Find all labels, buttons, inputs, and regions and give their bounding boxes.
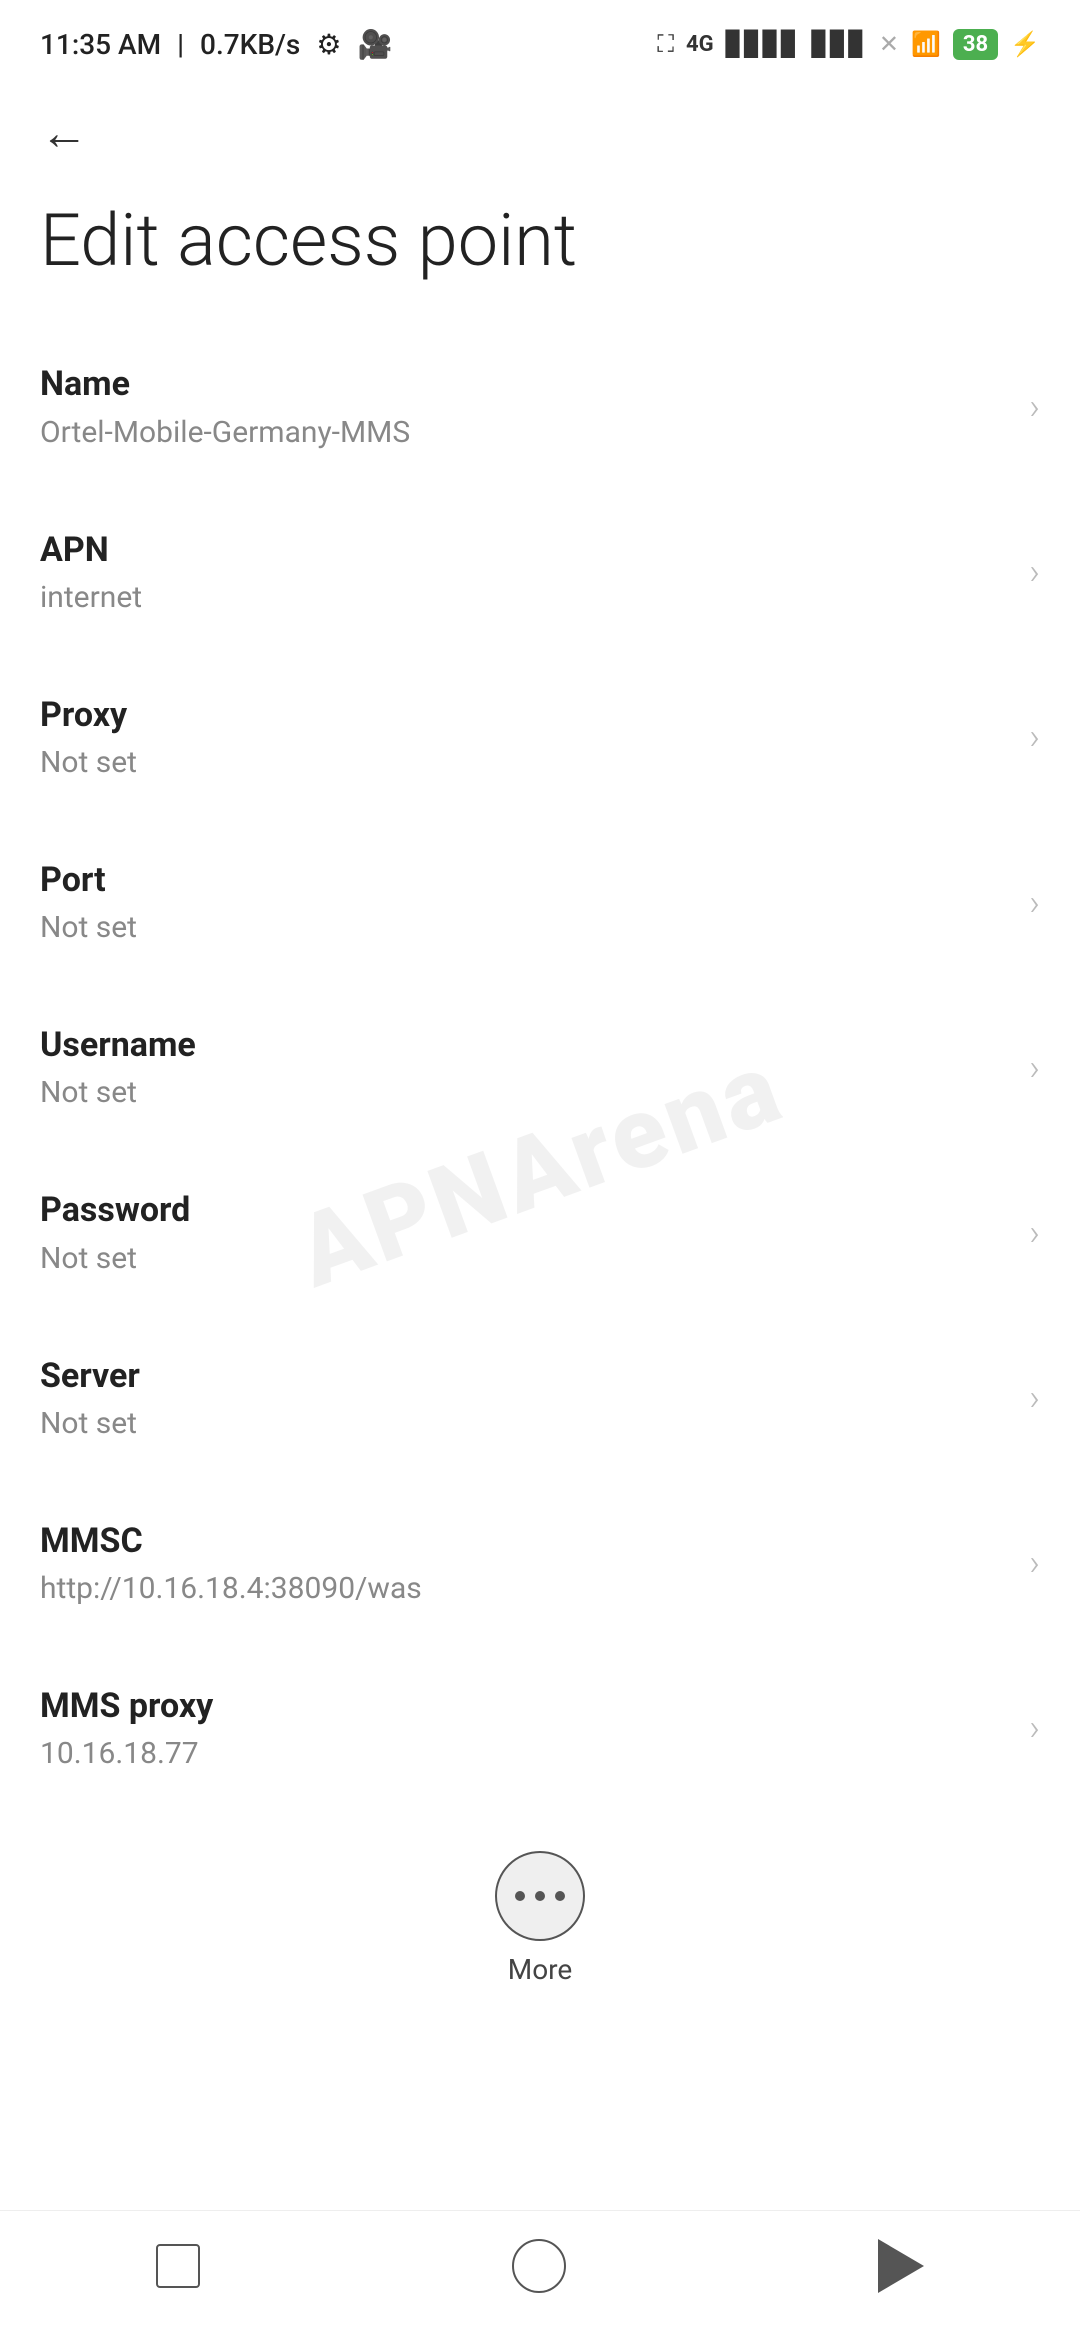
settings-item-label-4: Username — [40, 1023, 1009, 1067]
settings-item-content-4: Username Not set — [40, 1023, 1009, 1112]
settings-item-mms-proxy[interactable]: MMS proxy 10.16.18.77 › — [40, 1646, 1040, 1811]
settings-icon: ⚙ — [316, 28, 341, 61]
back-button[interactable]: ← — [40, 110, 88, 158]
battery-indicator: 38 — [953, 29, 998, 60]
settings-item-content-2: Proxy Not set — [40, 693, 1009, 782]
chevron-right-icon-7: › — [1029, 1542, 1040, 1584]
page-title: Edit access point — [0, 178, 1080, 324]
charging-icon: ⚡ — [1010, 30, 1040, 58]
more-section: More — [0, 1811, 1080, 2016]
more-button[interactable] — [495, 1851, 585, 1941]
settings-item-value-3: Not set — [40, 908, 1009, 947]
settings-item-content-1: APN internet — [40, 528, 1009, 617]
back-nav-button[interactable] — [878, 2239, 924, 2293]
status-right: ⛶ 4G ▊▊▊▊ ▊▊▊ ✕ 📶 38 ⚡ — [657, 29, 1040, 60]
chevron-right-icon-5: › — [1029, 1212, 1040, 1254]
settings-item-server[interactable]: Server Not set › — [40, 1316, 1040, 1481]
recent-apps-icon — [156, 2244, 200, 2288]
back-nav-icon — [878, 2239, 924, 2293]
more-dots-icon — [515, 1891, 565, 1901]
settings-item-value-0: Ortel-Mobile-Germany-MMS — [40, 413, 1009, 452]
recent-apps-button[interactable] — [156, 2244, 200, 2288]
settings-item-label-8: MMS proxy — [40, 1684, 1009, 1728]
status-left: 11:35 AM | 0.7KB/s ⚙ 🎥 — [40, 28, 392, 61]
chevron-right-icon-0: › — [1029, 386, 1040, 428]
settings-item-label-7: MMSC — [40, 1519, 1009, 1563]
time: 11:35 AM — [40, 28, 161, 61]
settings-item-label-3: Port — [40, 858, 1009, 902]
settings-item-username[interactable]: Username Not set › — [40, 985, 1040, 1150]
signal-x-icon: ✕ — [879, 30, 899, 58]
settings-item-value-2: Not set — [40, 743, 1009, 782]
chevron-right-icon-8: › — [1029, 1707, 1040, 1749]
signal-bars2-icon: ▊▊▊ — [811, 30, 866, 58]
settings-item-content-6: Server Not set — [40, 1354, 1009, 1443]
chevron-right-icon-6: › — [1029, 1377, 1040, 1419]
settings-item-value-6: Not set — [40, 1404, 1009, 1443]
signal-bars-icon: ▊▊▊▊ — [726, 30, 800, 58]
camera-icon: 🎥 — [357, 28, 392, 61]
settings-item-content-0: Name Ortel-Mobile-Germany-MMS — [40, 362, 1009, 451]
more-label: More — [508, 1953, 573, 1986]
settings-item-proxy[interactable]: Proxy Not set › — [40, 655, 1040, 820]
status-bar: 11:35 AM | 0.7KB/s ⚙ 🎥 ⛶ 4G ▊▊▊▊ ▊▊▊ ✕ 📶… — [0, 0, 1080, 80]
nav-bar — [0, 2210, 1080, 2340]
settings-item-content-8: MMS proxy 10.16.18.77 — [40, 1684, 1009, 1773]
wifi-icon: 📶 — [911, 30, 941, 58]
settings-item-content-5: Password Not set — [40, 1188, 1009, 1277]
chevron-right-icon-1: › — [1029, 551, 1040, 593]
chevron-right-icon-2: › — [1029, 716, 1040, 758]
settings-item-password[interactable]: Password Not set › — [40, 1150, 1040, 1315]
network-speed: 0.7KB/s — [200, 28, 300, 61]
settings-item-mmsc[interactable]: MMSC http://10.16.18.4:38090/was › — [40, 1481, 1040, 1646]
settings-item-label-1: APN — [40, 528, 1009, 572]
settings-item-label-5: Password — [40, 1188, 1009, 1232]
home-button[interactable] — [512, 2239, 566, 2293]
settings-item-label-0: Name — [40, 362, 1009, 406]
settings-item-label-2: Proxy — [40, 693, 1009, 737]
signal-4g-icon: 4G — [686, 32, 714, 57]
speed: | — [177, 28, 184, 61]
settings-item-label-6: Server — [40, 1354, 1009, 1398]
settings-item-port[interactable]: Port Not set › — [40, 820, 1040, 985]
settings-item-value-1: internet — [40, 578, 1009, 617]
back-area: ← — [0, 80, 1080, 178]
settings-item-content-3: Port Not set — [40, 858, 1009, 947]
bluetooth-icon: ⛶ — [657, 30, 674, 58]
settings-item-apn[interactable]: APN internet › — [40, 490, 1040, 655]
chevron-right-icon-3: › — [1029, 882, 1040, 924]
chevron-right-icon-4: › — [1029, 1047, 1040, 1089]
settings-item-value-4: Not set — [40, 1073, 1009, 1112]
home-icon — [512, 2239, 566, 2293]
settings-item-value-7: http://10.16.18.4:38090/was — [40, 1569, 1009, 1608]
settings-item-name[interactable]: Name Ortel-Mobile-Germany-MMS › — [40, 324, 1040, 489]
settings-item-value-5: Not set — [40, 1239, 1009, 1278]
settings-item-content-7: MMSC http://10.16.18.4:38090/was — [40, 1519, 1009, 1608]
settings-item-value-8: 10.16.18.77 — [40, 1734, 1009, 1773]
settings-list: Name Ortel-Mobile-Germany-MMS › APN internet… — [0, 324, 1080, 1811]
